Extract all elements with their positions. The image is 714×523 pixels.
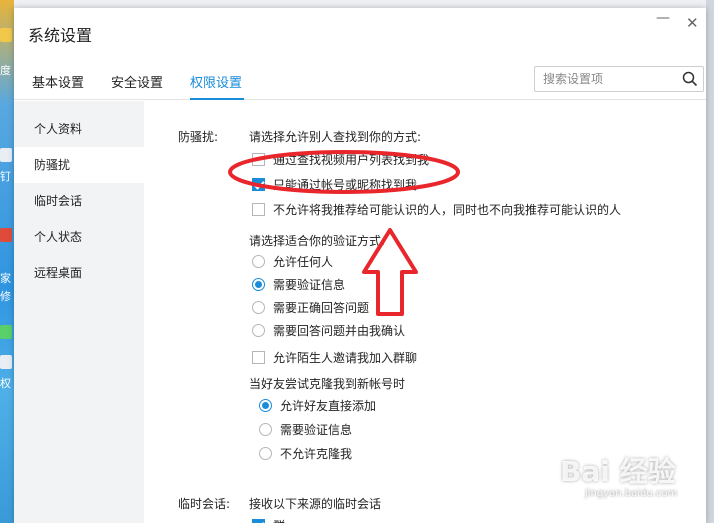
find-option-no-recommend[interactable]: 不允许将我推荐给可能认识的人，同时也不向我推荐可能认识的人 <box>252 201 621 218</box>
option-label: 群 <box>273 517 285 523</box>
clone-prompt: 当好友尝试克隆我到新帐号时 <box>249 377 406 391</box>
background-window-strip <box>14 0 706 8</box>
sidebar-item-personal-status[interactable]: 个人状态 <box>14 219 144 255</box>
radio[interactable] <box>259 447 272 460</box>
find-option-video-list[interactable]: 通过查找视频用户列表找到我 <box>252 151 429 168</box>
option-label: 需要验证信息 <box>280 423 353 437</box>
radio-selected[interactable] <box>259 399 272 412</box>
section-label-temp-session: 临时会话: <box>178 497 231 511</box>
sidebar-item-temp-session[interactable]: 临时会话 <box>14 183 144 219</box>
search-icon[interactable] <box>681 70 699 88</box>
verify-option-answer-and-confirm[interactable]: 需要回答问题并由我确认 <box>252 322 405 339</box>
window-title: 系统设置 <box>28 26 93 45</box>
option-label: 允许陌生人邀请我加入群聊 <box>273 351 418 365</box>
active-tab-indicator <box>190 98 244 100</box>
search-box <box>534 66 704 92</box>
desktop-icon-label: 钉 <box>0 170 11 183</box>
radio-selected[interactable] <box>252 278 265 291</box>
radio[interactable] <box>252 324 265 337</box>
close-icon[interactable]: ✕ <box>686 14 699 32</box>
radio[interactable] <box>259 423 272 436</box>
checkbox[interactable] <box>252 153 265 166</box>
desktop-icon[interactable] <box>0 325 12 339</box>
sidebar-item-profile[interactable]: 个人资料 <box>14 111 144 147</box>
option-label: 允许任何人 <box>273 255 334 269</box>
radio[interactable] <box>252 255 265 268</box>
minimize-icon[interactable]: — <box>656 10 670 26</box>
option-label: 允许好友直接添加 <box>280 399 377 413</box>
find-option-account-nickname[interactable]: 只能通过帐号或昵称找到我 <box>252 176 417 193</box>
verify-option-correct-answer[interactable]: 需要正确回答问题 <box>252 299 369 316</box>
desktop-icon-label: 家 <box>0 272 11 285</box>
desktop-icon-label: 度 <box>0 64 11 77</box>
desktop-icon[interactable] <box>0 355 12 369</box>
option-label: 不允许克隆我 <box>280 447 353 461</box>
checkbox-checked[interactable] <box>252 178 265 191</box>
option-label: 不允许将我推荐给可能认识的人，同时也不向我推荐可能认识的人 <box>273 203 622 217</box>
desktop-edge-right <box>706 0 714 523</box>
temp-option-group[interactable]: 群 <box>252 517 285 523</box>
option-label: 通过查找视频用户列表找到我 <box>273 153 430 167</box>
tab-basic-settings[interactable]: 基本设置 <box>32 72 84 91</box>
desktop-edge: 度 钉 家 修 权 <box>0 0 14 523</box>
option-label: 需要回答问题并由我确认 <box>273 324 406 338</box>
clone-option-direct-add[interactable]: 允许好友直接添加 <box>259 397 376 414</box>
option-label: 需要验证信息 <box>273 278 346 292</box>
section-label-anti-harassment: 防骚扰: <box>178 130 219 144</box>
desktop-icon[interactable] <box>0 28 12 42</box>
desktop-icon-label: 权 <box>0 377 11 390</box>
clone-option-verification[interactable]: 需要验证信息 <box>259 421 352 438</box>
option-label: 需要正确回答问题 <box>273 301 370 315</box>
verify-method-prompt: 请选择适合你的验证方式: <box>249 234 386 248</box>
tab-permission-settings[interactable]: 权限设置 <box>190 72 242 91</box>
desktop-icon[interactable] <box>0 148 12 162</box>
desktop-icon-label: 修 <box>0 290 11 303</box>
checkbox-checked[interactable] <box>252 519 265 523</box>
search-input[interactable] <box>535 67 675 91</box>
clone-option-disallow[interactable]: 不允许克隆我 <box>259 445 352 462</box>
tab-security-settings[interactable]: 安全设置 <box>111 72 163 91</box>
watermark-brand: Bai 经验 <box>560 455 676 488</box>
verify-option-verification-info[interactable]: 需要验证信息 <box>252 276 345 293</box>
verify-option-anyone[interactable]: 允许任何人 <box>252 253 333 270</box>
sidebar-item-remote-desktop[interactable]: 远程桌面 <box>14 255 144 291</box>
sidebar: 个人资料 防骚扰 临时会话 个人状态 远程桌面 <box>14 101 144 523</box>
watermark-url: jingyan.baidu.com <box>585 488 678 499</box>
radio[interactable] <box>252 301 265 314</box>
sidebar-item-anti-harassment[interactable]: 防骚扰 <box>14 147 144 183</box>
checkbox[interactable] <box>252 351 265 364</box>
option-label: 只能通过帐号或昵称找到我 <box>273 178 418 192</box>
settings-window: 系统设置 — ✕ 基本设置 安全设置 权限设置 个人资料 防骚扰 临时会话 个人… <box>14 8 706 523</box>
option-allow-group-invite[interactable]: 允许陌生人邀请我加入群聊 <box>252 349 417 366</box>
desktop-icon[interactable] <box>0 228 12 242</box>
checkbox[interactable] <box>252 203 265 216</box>
temp-session-prompt: 接收以下来源的临时会话 <box>249 497 382 511</box>
find-method-prompt: 请选择允许别人查找到你的方式: <box>249 130 422 144</box>
